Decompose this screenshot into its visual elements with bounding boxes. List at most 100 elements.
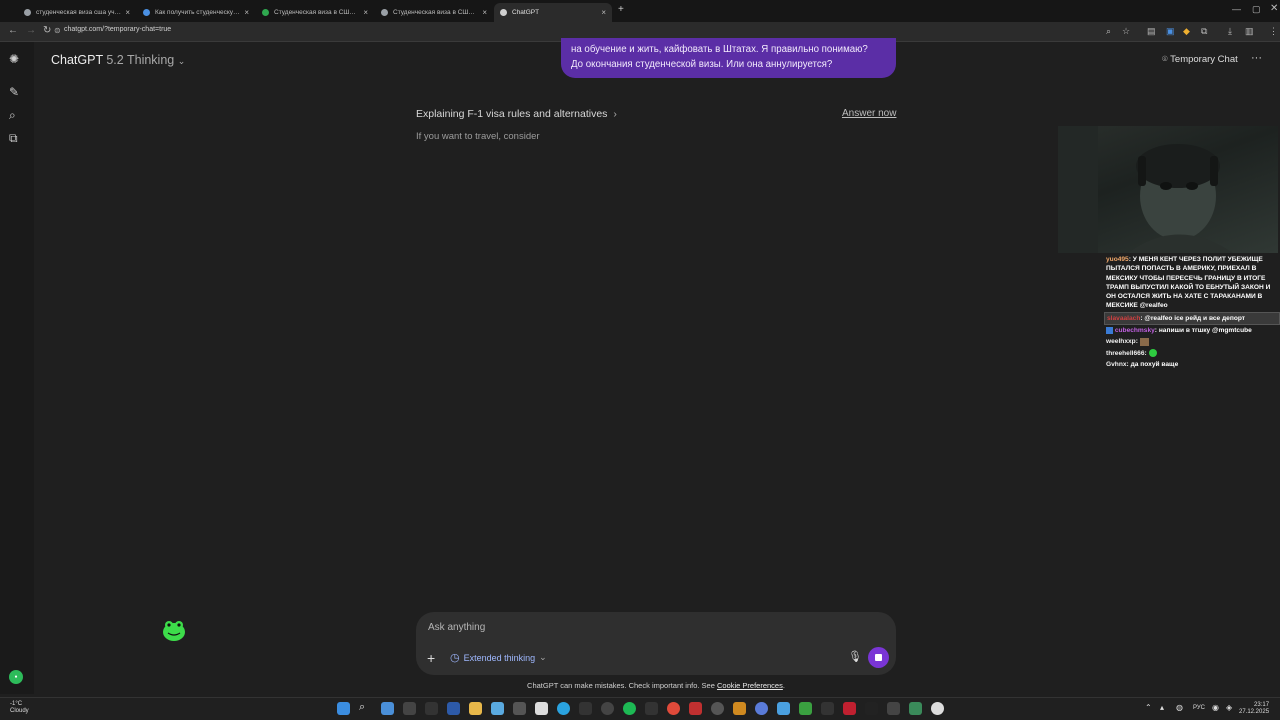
chat-message: yuo495: У МЕНЯ КЕНТ ЧЕРЕЗ ПОЛИТ УБЕЖИЩЕ … bbox=[1106, 256, 1271, 310]
windows-start-icon[interactable] bbox=[337, 702, 350, 715]
site-icon bbox=[143, 9, 150, 16]
add-attachment-icon[interactable]: + bbox=[427, 650, 435, 666]
minimize-icon[interactable]: — bbox=[1232, 4, 1241, 14]
bookmark-star-icon[interactable]: ☆ bbox=[1122, 26, 1130, 37]
stream-chat: yuo495: У МЕНЯ КЕНТ ЧЕРЕЗ ПОЛИТ УБЕЖИЩЕ … bbox=[1104, 254, 1280, 370]
openai-logo-icon[interactable]: ✺ bbox=[9, 52, 19, 66]
app-icon[interactable] bbox=[733, 702, 746, 715]
system-clock[interactable]: 23:17 27.12.2025 bbox=[1239, 702, 1269, 716]
site-info-icon[interactable]: ⊜ bbox=[54, 26, 61, 35]
close-window-icon[interactable]: ✕ bbox=[1270, 3, 1278, 14]
app-icon[interactable] bbox=[711, 702, 724, 715]
close-icon[interactable]: × bbox=[125, 8, 130, 17]
app-icon[interactable] bbox=[843, 702, 856, 715]
prompt-input[interactable] bbox=[428, 622, 828, 633]
telegram-icon[interactable] bbox=[557, 702, 570, 715]
menu-dots-icon[interactable]: ⋮ bbox=[1269, 26, 1278, 37]
discord-icon[interactable] bbox=[755, 702, 768, 715]
more-options-icon[interactable]: ··· bbox=[1251, 52, 1262, 64]
user-avatar[interactable]: ● bbox=[9, 670, 23, 684]
chat-username: cubechmsky bbox=[1114, 327, 1155, 335]
app-icon[interactable] bbox=[513, 702, 526, 715]
maximize-icon[interactable]: ▢ bbox=[1252, 4, 1261, 15]
extension-icon[interactable]: ◆ bbox=[1183, 26, 1190, 37]
search-icon[interactable]: ⌕ bbox=[9, 108, 16, 123]
browser-tab-bar: студенческая виза сша учитсь × Как получ… bbox=[0, 0, 1280, 22]
app-icon[interactable] bbox=[777, 702, 790, 715]
chat-username: weelhxxp bbox=[1106, 338, 1136, 346]
thinking-title: Explaining F-1 visa rules and alternativ… bbox=[416, 108, 608, 120]
forward-icon[interactable]: → bbox=[26, 25, 36, 36]
site-icon bbox=[262, 9, 269, 16]
close-icon[interactable]: × bbox=[244, 8, 249, 17]
chat-username: Gvhnx bbox=[1106, 360, 1127, 368]
app-icon[interactable] bbox=[689, 702, 702, 715]
new-tab-button[interactable]: + bbox=[618, 4, 624, 15]
chatgpt-icon bbox=[500, 9, 507, 16]
weather-widget[interactable]: -1°C Cloudy bbox=[10, 701, 29, 715]
network-icon[interactable]: ▴ bbox=[1160, 703, 1164, 712]
extension-icon[interactable]: ▣ bbox=[1166, 26, 1175, 37]
url-field[interactable]: chatgpt.com/?temporary-chat=true bbox=[64, 26, 171, 33]
chrome-icon[interactable] bbox=[667, 702, 680, 715]
split-view-icon[interactable]: ▥ bbox=[1245, 26, 1254, 37]
answer-now-button[interactable]: Answer now bbox=[842, 108, 896, 119]
model-selector[interactable]: ChatGPT 5.2 Thinking ⌄ bbox=[51, 53, 185, 67]
extended-thinking-button[interactable]: ◷ Extended thinking ⌄ bbox=[450, 651, 547, 664]
tab-title: студенческая виза сша учитсь bbox=[36, 9, 122, 16]
chat-message-highlighted: slavaalach: @realfeo ice рейд и все депо… bbox=[1104, 311, 1280, 326]
app-icon[interactable] bbox=[821, 702, 834, 715]
browser-tab[interactable]: Студенческая виза в США: са × bbox=[375, 3, 493, 22]
zoom-icon[interactable]: ⌕ bbox=[1106, 26, 1111, 37]
microphone-icon[interactable]: 🎙 bbox=[848, 650, 862, 663]
download-icon[interactable]: ⤓ bbox=[1228, 26, 1232, 37]
close-icon[interactable]: × bbox=[363, 8, 368, 17]
chevron-down-icon: ⌄ bbox=[177, 56, 186, 66]
cookie-preferences-link[interactable]: Cookie Preferences bbox=[717, 681, 783, 690]
app-icon[interactable] bbox=[403, 702, 416, 715]
mic-tray-icon[interactable]: ◍ bbox=[1176, 703, 1183, 712]
browser-tab[interactable]: Студенческая виза в США - кс × bbox=[256, 3, 374, 22]
spotify-icon[interactable] bbox=[623, 702, 636, 715]
close-icon[interactable]: × bbox=[601, 8, 606, 17]
thinking-summary-toggle[interactable]: Explaining F-1 visa rules and alternativ… bbox=[416, 108, 617, 120]
new-chat-icon[interactable]: ✎ bbox=[9, 85, 19, 99]
back-icon[interactable]: ← bbox=[8, 25, 18, 36]
minecraft-icon[interactable] bbox=[799, 702, 812, 715]
chat-text: @realfeo ice рейд и все депорт bbox=[1144, 314, 1246, 322]
app-icon[interactable] bbox=[645, 702, 658, 715]
app-icon[interactable] bbox=[447, 702, 460, 715]
app-icon[interactable] bbox=[865, 702, 878, 715]
chat-username: slavaalach bbox=[1107, 314, 1141, 322]
browser-tab-active[interactable]: ChatGPT × bbox=[494, 3, 612, 22]
app-icon[interactable] bbox=[491, 702, 504, 715]
clock-date: 27.12.2025 bbox=[1239, 709, 1270, 715]
search-icon[interactable]: ⌕ bbox=[359, 701, 372, 714]
speaker-icon[interactable]: ◈ bbox=[1226, 703, 1232, 712]
app-icon[interactable] bbox=[931, 702, 944, 715]
extensions-puzzle-icon[interactable]: ⧉ bbox=[1201, 26, 1207, 37]
terminal-icon[interactable] bbox=[887, 702, 900, 715]
library-icon[interactable]: ⧉ bbox=[9, 131, 18, 146]
language-indicator[interactable]: РУС bbox=[1193, 705, 1205, 711]
chatgpt-icon[interactable] bbox=[601, 702, 614, 715]
temporary-chat-toggle[interactable]: ⌾ Temporary Chat bbox=[1162, 54, 1238, 65]
stop-generating-button[interactable] bbox=[868, 647, 889, 668]
app-icon[interactable] bbox=[579, 702, 592, 715]
app-icon[interactable] bbox=[535, 702, 548, 715]
tab-title: Как получить студенческую ви bbox=[155, 9, 241, 16]
browser-tab[interactable]: студенческая виза сша учитсь × bbox=[18, 3, 136, 22]
chat-username: yuo495 bbox=[1106, 256, 1129, 263]
app-icon[interactable] bbox=[909, 702, 922, 715]
file-explorer-icon[interactable] bbox=[469, 702, 482, 715]
model-version: 5.2 Thinking bbox=[106, 53, 175, 67]
tray-chevron-icon[interactable]: ⌃ bbox=[1145, 703, 1152, 712]
app-icon[interactable] bbox=[425, 702, 438, 715]
close-icon[interactable]: × bbox=[482, 8, 487, 17]
browser-tab[interactable]: Как получить студенческую ви × bbox=[137, 3, 255, 22]
reload-icon[interactable]: ↻ bbox=[43, 25, 51, 36]
widgets-icon[interactable] bbox=[381, 702, 394, 715]
extension-icon[interactable]: ▤ bbox=[1147, 26, 1156, 37]
volume-icon[interactable]: ◉ bbox=[1212, 703, 1219, 712]
disclaimer-text: ChatGPT can make mistakes. Check importa… bbox=[527, 681, 715, 690]
